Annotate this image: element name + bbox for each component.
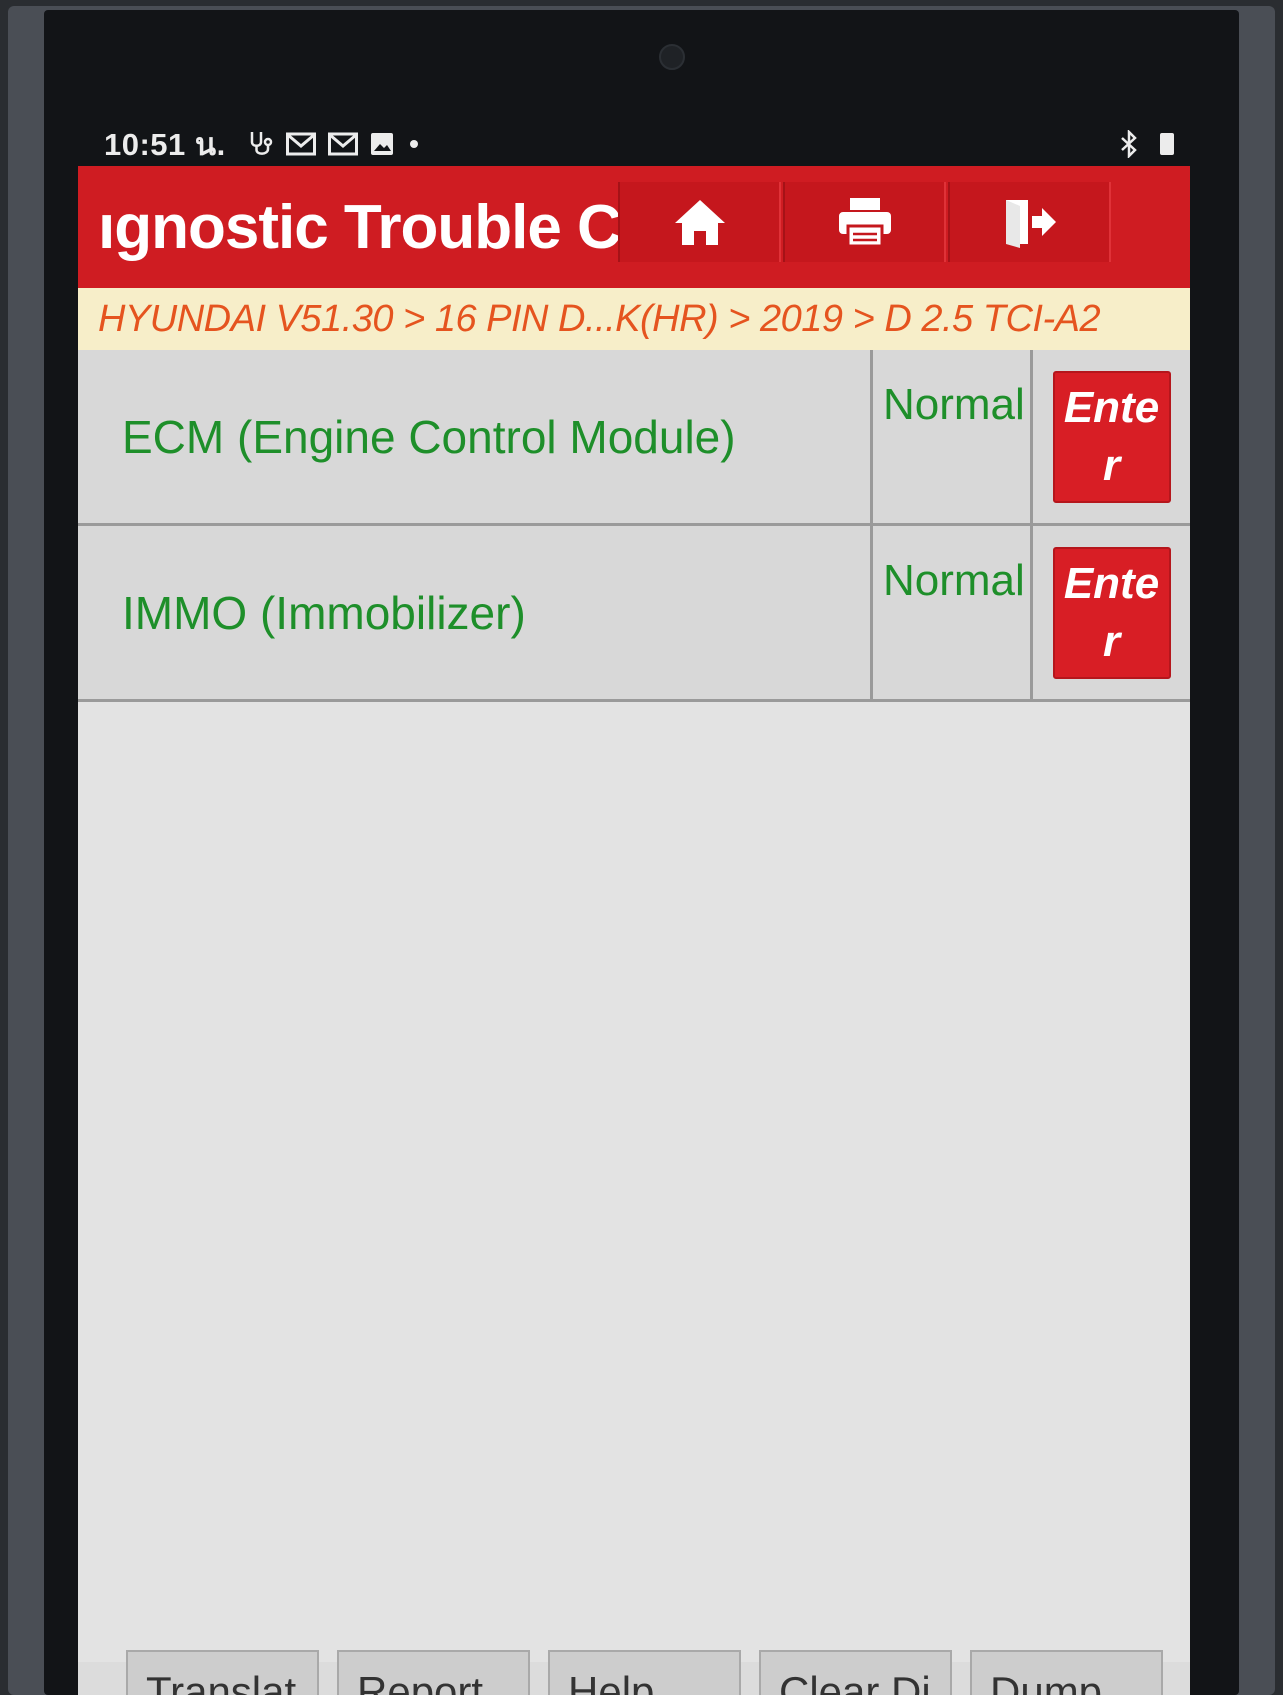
bluetooth-icon [1121, 130, 1137, 158]
app-screen: ıgnostic Trouble Cc HYUNDAI V51.30 > 16 [78, 166, 1190, 1695]
home-button[interactable] [618, 182, 781, 262]
status-bar: 10:51 น. [104, 122, 1174, 166]
front-camera [659, 44, 685, 70]
help-button[interactable]: Help [548, 1650, 741, 1695]
action-cell: Enter [1033, 526, 1190, 699]
more-notifications-dot [409, 140, 418, 148]
image-icon [370, 133, 393, 155]
home-icon [674, 200, 725, 245]
clear-dtc-button[interactable]: Clear Di [759, 1650, 952, 1695]
system-status: Normal [873, 526, 1033, 699]
print-button[interactable] [783, 182, 946, 262]
action-cell: Enter [1033, 350, 1190, 523]
page-title: ıgnostic Trouble Cc [98, 193, 655, 262]
gmail-icon [327, 132, 358, 156]
list-empty-area [78, 702, 1190, 1662]
enter-button[interactable]: Enter [1052, 370, 1171, 503]
status-time: 10:51 น. [104, 127, 226, 162]
gmail-icon [285, 132, 316, 156]
exit-button[interactable] [948, 182, 1111, 262]
system-name: IMMO (Immobilizer) [78, 526, 873, 699]
system-list: ECM (Engine Control Module) Normal Enter… [78, 350, 1190, 702]
status-system-icons [1120, 130, 1174, 158]
title-bar: ıgnostic Trouble Cc [78, 166, 1190, 288]
report-button[interactable]: Report [337, 1650, 530, 1695]
exit-icon [1005, 200, 1056, 248]
table-row: IMMO (Immobilizer) Normal Enter [78, 526, 1190, 702]
print-icon [838, 198, 891, 248]
system-status: Normal [873, 350, 1033, 523]
status-notification-icons [248, 130, 394, 158]
enter-button[interactable]: Enter [1052, 546, 1171, 679]
table-row: ECM (Engine Control Module) Normal Enter [78, 350, 1190, 526]
bottom-toolbar: Translat Report Help Clear Di Dump [78, 1650, 1190, 1695]
system-name: ECM (Engine Control Module) [78, 350, 873, 523]
battery-icon [1160, 133, 1174, 155]
breadcrumb: HYUNDAI V51.30 > 16 PIN D...K(HR) > 2019… [78, 288, 1190, 350]
dump-button[interactable]: Dump [970, 1650, 1163, 1695]
stethoscope-icon [250, 132, 272, 155]
translate-button[interactable]: Translat [126, 1650, 319, 1695]
